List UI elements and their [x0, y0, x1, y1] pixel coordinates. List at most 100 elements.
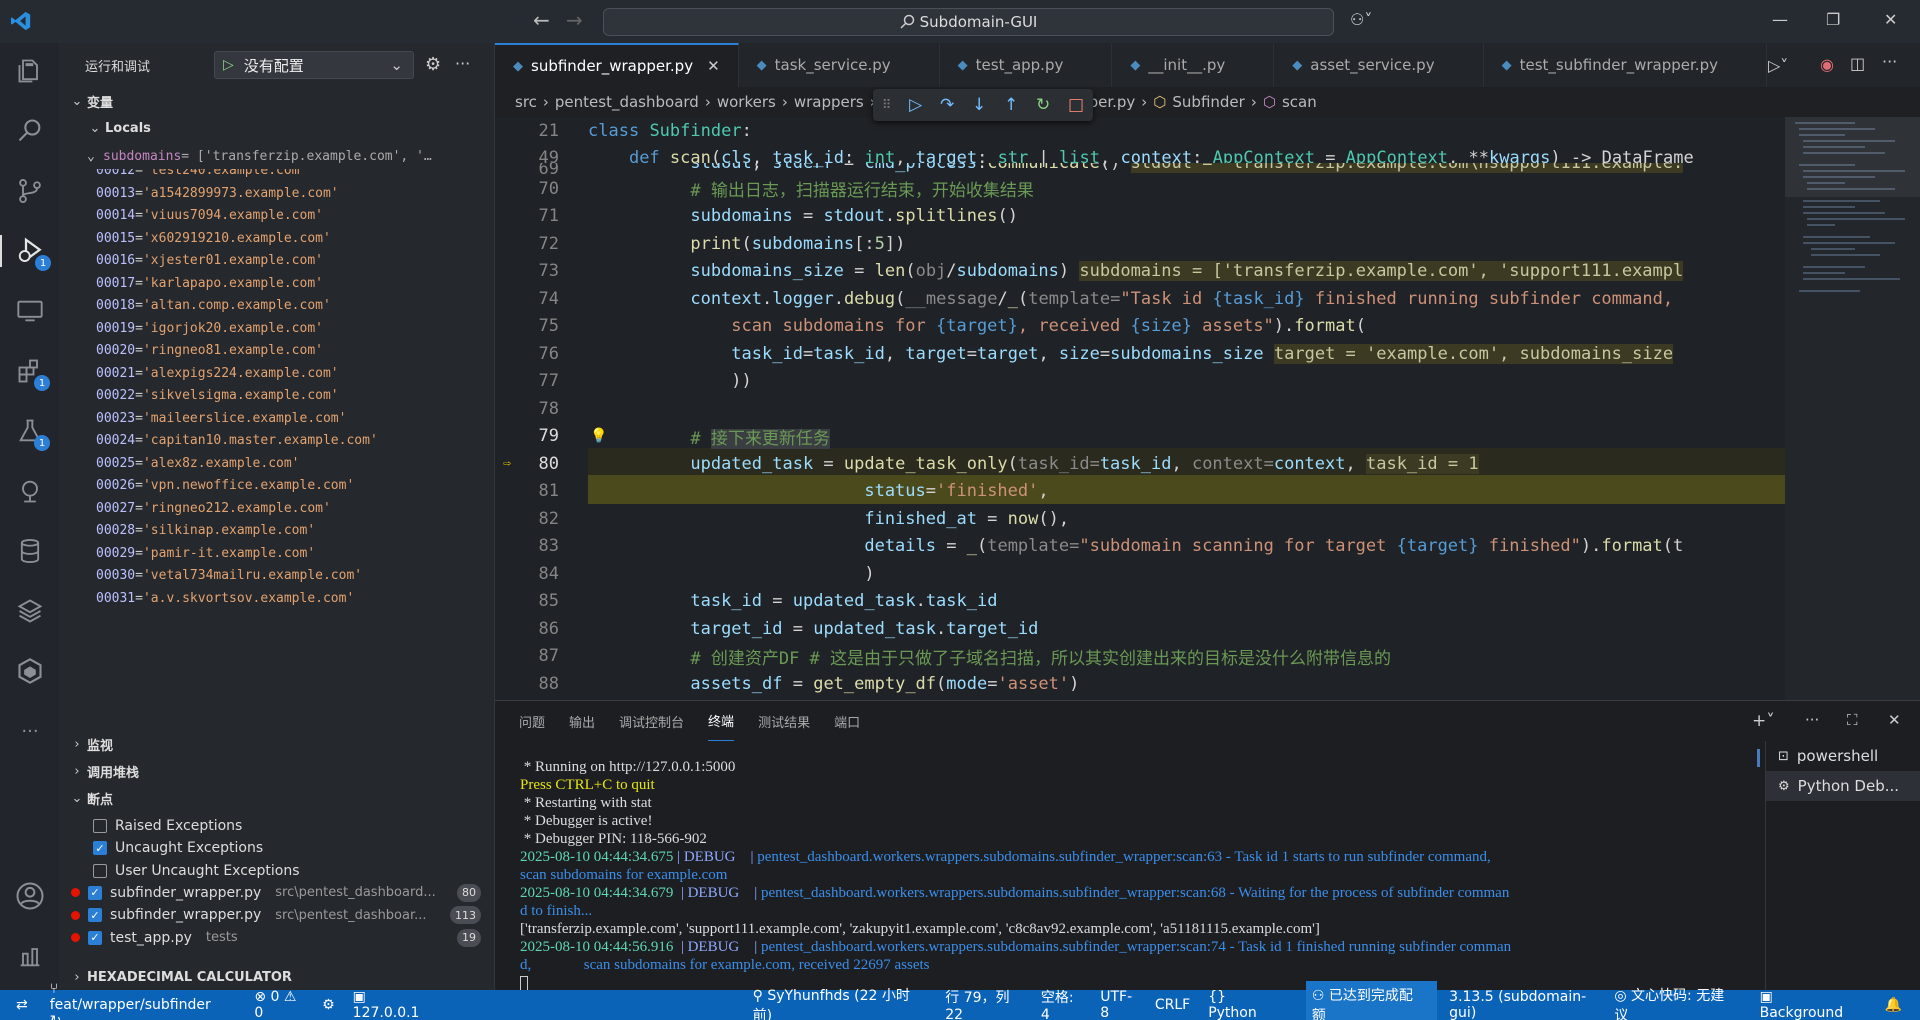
- terminal-list: ⊡ powershell ⚙ Python Deb...: [1765, 741, 1920, 991]
- gitlens-icon[interactable]: [14, 475, 46, 507]
- crumb-method[interactable]: scan: [1282, 93, 1317, 111]
- editor-more-icon[interactable]: ···: [1882, 52, 1897, 71]
- checkbox[interactable]: ✓: [93, 841, 107, 855]
- restart-icon[interactable]: ↻: [1036, 95, 1050, 115]
- maximize-panel-icon[interactable]: ⛶: [1847, 711, 1858, 729]
- explorer-icon[interactable]: [14, 55, 46, 87]
- gear-icon[interactable]: ⚙: [425, 54, 441, 75]
- file-breakpoint[interactable]: ✓ test_app.py tests 19: [59, 924, 495, 951]
- variable-key: 00020: [96, 343, 136, 359]
- tab-subfinder-wrapper-py[interactable]: ◆ subfinder_wrapper.py ✕: [495, 43, 739, 87]
- crumb-class[interactable]: Subfinder: [1172, 93, 1244, 111]
- git-branch[interactable]: ⑂ feat/wrapper/subfinder ↻: [50, 981, 237, 1020]
- breakpoints-section[interactable]: ⌄ 断点: [59, 786, 495, 810]
- search-icon[interactable]: [14, 115, 46, 147]
- panel-tab-3[interactable]: 终端: [708, 701, 735, 741]
- layers-icon[interactable]: [14, 595, 46, 627]
- more-icon[interactable]: ···: [14, 715, 46, 747]
- tab--init-py[interactable]: ◆ __init__.py: [1112, 43, 1275, 87]
- forward-icon[interactable]: →: [566, 8, 583, 32]
- new-terminal-icon[interactable]: +˅: [1752, 711, 1775, 731]
- panel-more-icon[interactable]: ···: [1805, 711, 1819, 729]
- step-into-icon[interactable]: ↓: [972, 95, 986, 115]
- remote-icon[interactable]: ⇄: [16, 997, 28, 1013]
- breakpoint-stopped-icon[interactable]: ⇨: [503, 456, 511, 471]
- panel-tab-4[interactable]: 测试结果: [758, 701, 810, 741]
- git-blame[interactable]: ⚲ SyYhunfhds (22 小时前): [753, 985, 928, 1020]
- checkbox[interactable]: [93, 818, 107, 833]
- crumb-src[interactable]: src: [515, 93, 537, 111]
- terminal-item-python-debug[interactable]: ⚙ Python Deb...: [1766, 771, 1920, 801]
- panel-tab-5[interactable]: 端口: [834, 701, 860, 741]
- testing-icon[interactable]: 1: [14, 415, 50, 451]
- start-debug-icon[interactable]: ▷: [223, 57, 234, 73]
- background-status[interactable]: ▣ Background: [1760, 989, 1867, 1020]
- terminal-item-powershell[interactable]: ⊡ powershell: [1766, 741, 1920, 771]
- watch-section[interactable]: › 监视: [59, 732, 495, 756]
- indentation[interactable]: 空格: 4: [1041, 987, 1082, 1020]
- copilot-icon[interactable]: ⚇˅: [1350, 10, 1372, 29]
- panel-tab-0[interactable]: 问题: [519, 701, 545, 741]
- code-editor[interactable]: 21 class Subfinder: 49 def scan(cls, task…: [495, 117, 1785, 700]
- lightbulb-icon[interactable]: 💡: [590, 428, 607, 444]
- variables-section[interactable]: ⌄ 变量: [59, 89, 495, 113]
- subdomains-variable[interactable]: ⌄ subdomains = ['transferzip.example.com…: [59, 143, 495, 171]
- encoding[interactable]: UTF-8: [1100, 989, 1137, 1020]
- eol[interactable]: CRLF: [1155, 997, 1190, 1013]
- minimap[interactable]: [1785, 117, 1920, 700]
- command-center-search[interactable]: Subdomain-GUI: [603, 8, 1334, 36]
- tab-test-subfinder-wrapper-py[interactable]: ◆ test_subfinder_wrapper.py: [1484, 43, 1767, 87]
- crumb-wrappers[interactable]: wrappers: [794, 93, 864, 111]
- tab-task-service-py[interactable]: ◆ task_service.py: [739, 43, 940, 87]
- stop-icon[interactable]: □: [1068, 95, 1084, 115]
- problems-count[interactable]: ⊗ 0 ⚠ 0: [254, 989, 304, 1020]
- cursor-position[interactable]: 行 79，列 22: [945, 987, 1023, 1020]
- run-debug-icon[interactable]: 1: [0, 235, 59, 271]
- source-control-icon[interactable]: [14, 175, 46, 207]
- close-tab-icon[interactable]: ✕: [707, 57, 720, 75]
- extensions-icon[interactable]: 1: [14, 355, 50, 391]
- cube-icon[interactable]: [14, 655, 46, 687]
- checkbox[interactable]: [93, 863, 107, 878]
- terminal-output[interactable]: * Running on http://127.0.0.1:5000 Press…: [520, 758, 1760, 992]
- drag-handle-icon[interactable]: ⠿: [882, 98, 892, 113]
- python-interpreter[interactable]: 3.13.5 (subdomain-gui): [1449, 989, 1596, 1020]
- host-status[interactable]: ▣ 127.0.0.1: [353, 989, 445, 1020]
- panel-tab-1[interactable]: 输出: [569, 701, 595, 741]
- copilot-quota[interactable]: ⚇ 已达到完成配额: [1305, 981, 1438, 1020]
- locals-section[interactable]: ⌄ Locals: [77, 116, 513, 140]
- line-number: 86: [538, 618, 559, 639]
- tab-asset-service-py[interactable]: ◆ asset_service.py: [1274, 43, 1484, 87]
- split-editor-icon[interactable]: ◫: [1850, 54, 1865, 73]
- copilot-chat-icon[interactable]: ◉: [1820, 55, 1834, 74]
- remote-explorer-icon[interactable]: [14, 295, 46, 327]
- restore-icon[interactable]: ❐: [1826, 10, 1840, 29]
- tab-test-app-py[interactable]: ◆ test_app.py: [940, 43, 1113, 87]
- checkbox[interactable]: ✓: [88, 885, 102, 900]
- debug-status-icon[interactable]: ⚙: [322, 997, 335, 1013]
- step-over-icon[interactable]: ↷: [940, 95, 954, 115]
- callstack-section[interactable]: › 调用堆栈: [59, 759, 495, 783]
- terminal-scrollbar[interactable]: [1757, 749, 1760, 767]
- crumb-workers[interactable]: workers: [717, 93, 776, 111]
- continue-icon[interactable]: ▷: [909, 95, 922, 115]
- notifications-icon[interactable]: 🔔: [1885, 997, 1902, 1013]
- database-icon[interactable]: [14, 535, 46, 567]
- step-out-icon[interactable]: ↑: [1004, 95, 1018, 115]
- code-assistant-status[interactable]: ◎ 文心快码: 无建议: [1614, 985, 1741, 1020]
- crumb-pentest[interactable]: pentest_dashboard: [555, 93, 699, 111]
- panel-tab-2[interactable]: 调试控制台: [619, 701, 684, 741]
- close-panel-icon[interactable]: ✕: [1888, 711, 1901, 729]
- back-icon[interactable]: ←: [533, 8, 550, 32]
- launch-config-select[interactable]: ▷ 没有配置 ⌄: [214, 51, 414, 79]
- checkbox[interactable]: ✓: [88, 908, 102, 922]
- variable-row[interactable]: 00031 = 'a.v.skvortsov.example.com': [59, 585, 495, 613]
- close-window-icon[interactable]: ✕: [1884, 10, 1897, 29]
- manage-icon[interactable]: [14, 940, 46, 972]
- language-mode[interactable]: {} Python: [1208, 989, 1288, 1020]
- minimize-icon[interactable]: —: [1772, 10, 1788, 29]
- accounts-icon[interactable]: [14, 880, 46, 912]
- more-actions-icon[interactable]: ···: [455, 54, 470, 73]
- run-file-icon[interactable]: ▷˅: [1768, 56, 1788, 75]
- checkbox[interactable]: ✓: [88, 930, 102, 945]
